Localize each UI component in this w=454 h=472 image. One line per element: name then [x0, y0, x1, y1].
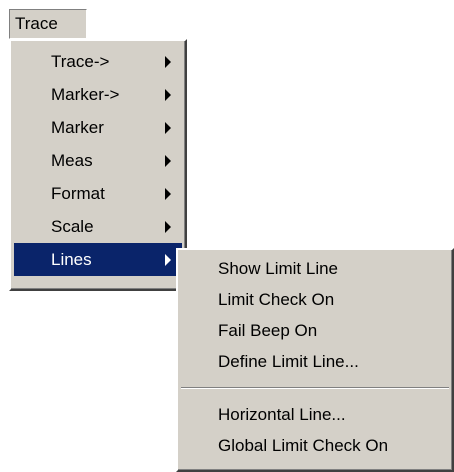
menu-item-define-limit-line[interactable]: Define Limit Line...: [181, 346, 449, 377]
menu-separator: [181, 387, 449, 389]
menu-item-label: Show Limit Line: [218, 259, 339, 278]
menubar-trace[interactable]: Trace: [9, 9, 87, 39]
chevron-right-icon: [165, 55, 171, 68]
chevron-right-icon: [165, 88, 171, 101]
menu-item-limit-check-on[interactable]: Limit Check On: [181, 284, 449, 315]
menu-item-label: Fail Beep On: [218, 321, 318, 340]
chevron-right-icon: [165, 121, 171, 134]
menu-item-label: Define Limit Line...: [218, 352, 359, 371]
trace-menu: Trace-> Marker-> Marker Meas Format Scal…: [9, 39, 187, 291]
menu-item-label: Scale: [51, 217, 94, 236]
chevron-right-icon: [165, 220, 171, 233]
menu-item-fail-beep-on[interactable]: Fail Beep On: [181, 315, 449, 346]
menu-item-format[interactable]: Format: [14, 177, 182, 210]
lines-submenu: Show Limit Line Limit Check On Fail Beep…: [176, 248, 454, 472]
chevron-right-icon: [165, 154, 171, 167]
menu-item-trace-arrow[interactable]: Trace->: [14, 45, 182, 78]
menu-item-label: Trace->: [51, 52, 110, 71]
menu-item-label: Horizontal Line...: [218, 405, 346, 424]
menu-item-label: Global Limit Check On: [218, 436, 389, 455]
menubar-trace-label: Trace: [15, 14, 58, 33]
menu-item-lines[interactable]: Lines: [14, 243, 182, 276]
screen: { "menubar": { "trace_label": "Trace" },…: [0, 0, 454, 472]
menu-item-marker[interactable]: Marker: [14, 111, 182, 144]
chevron-right-icon: [165, 187, 171, 200]
chevron-right-icon: [165, 253, 171, 266]
menu-item-label: Format: [51, 184, 105, 203]
menu-item-scale[interactable]: Scale: [14, 210, 182, 243]
menu-item-label: Meas: [51, 151, 93, 170]
menu-item-label: Marker->: [51, 85, 120, 104]
menu-item-label: Limit Check On: [218, 290, 335, 309]
menu-item-label: Marker: [51, 118, 104, 137]
menu-item-global-limit-check-on[interactable]: Global Limit Check On: [181, 430, 449, 461]
menu-item-marker-arrow[interactable]: Marker->: [14, 78, 182, 111]
menu-item-meas[interactable]: Meas: [14, 144, 182, 177]
menu-item-horizontal-line[interactable]: Horizontal Line...: [181, 399, 449, 430]
menu-item-label: Lines: [51, 250, 92, 269]
menu-item-show-limit-line[interactable]: Show Limit Line: [181, 253, 449, 284]
